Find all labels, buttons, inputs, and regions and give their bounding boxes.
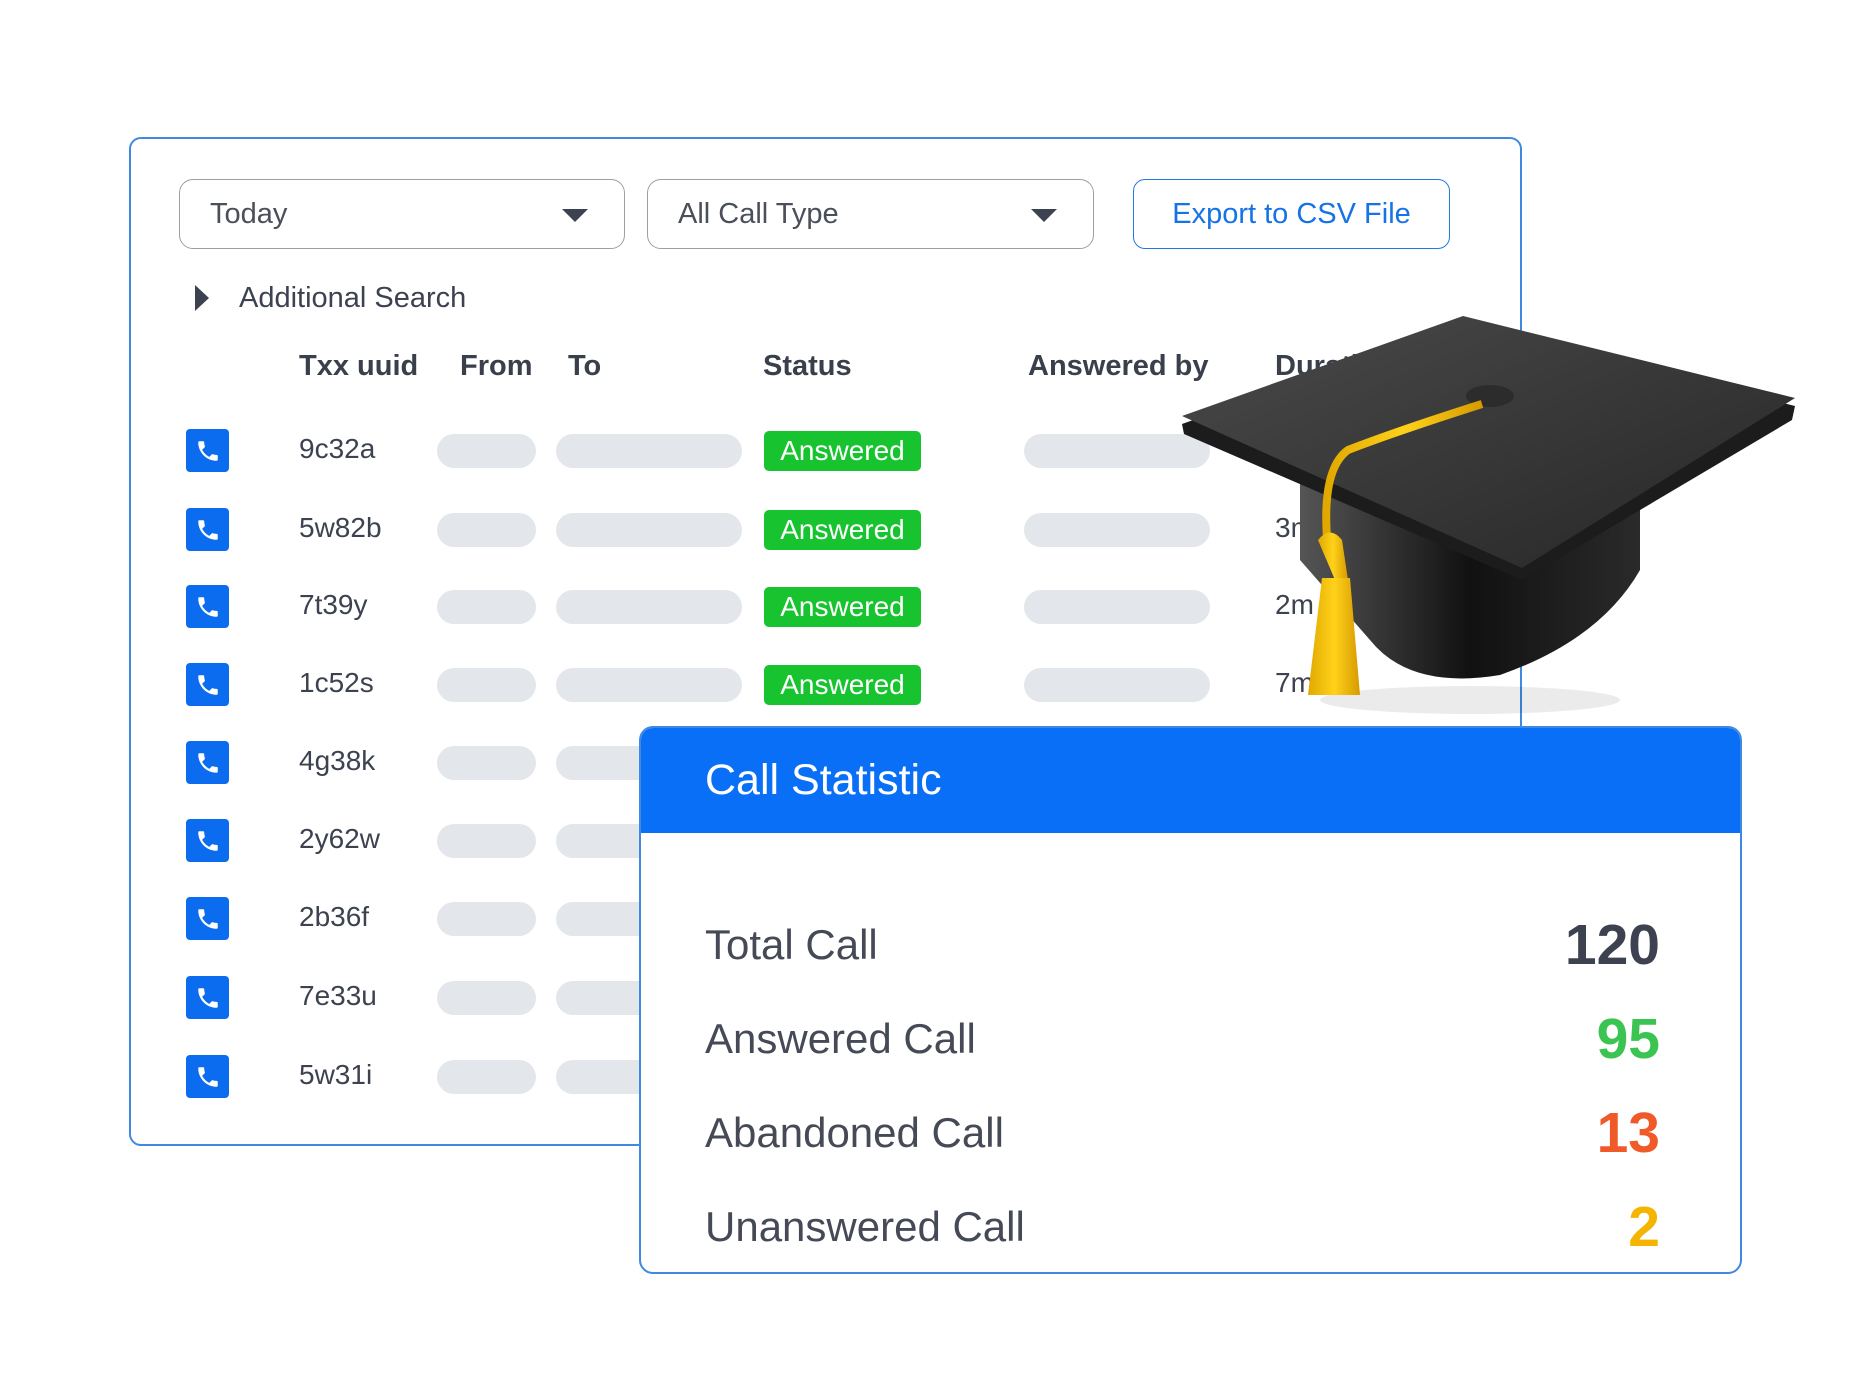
stat-label: Total Call [705, 921, 878, 968]
from-placeholder [437, 746, 536, 780]
phone-icon[interactable] [186, 819, 229, 862]
stat-label: Abandoned Call [705, 1109, 1004, 1156]
uuid-cell: 2y62w [299, 823, 380, 854]
stat-row: Total Call 120 [705, 910, 1660, 980]
stat-value: 120 [1564, 913, 1660, 977]
uuid-cell: 2b36f [299, 901, 370, 932]
phone-icon[interactable] [186, 1055, 229, 1098]
stat-row: Answered Call 95 [705, 1004, 1660, 1074]
to-placeholder [556, 668, 742, 702]
date-range-dropdown[interactable]: Today [179, 179, 625, 249]
uuid-cell: 5w82b [299, 512, 382, 543]
to-placeholder [556, 434, 742, 468]
stat-value: 2 [1628, 1195, 1660, 1259]
stat-value: 13 [1596, 1101, 1660, 1165]
status-badge: Answered [764, 665, 921, 705]
date-range-value: Today [210, 197, 288, 230]
additional-search-toggle[interactable]: Additional Search [239, 282, 466, 315]
expand-triangle-icon[interactable] [195, 285, 209, 311]
phone-icon[interactable] [186, 663, 229, 706]
caret-down-icon [1031, 209, 1057, 222]
uuid-cell: 1c52s [299, 667, 374, 698]
call-type-dropdown[interactable]: All Call Type [647, 179, 1094, 249]
call-type-value: All Call Type [678, 197, 839, 230]
from-placeholder [437, 668, 536, 702]
from-placeholder [437, 902, 536, 936]
status-badge: Answered [764, 431, 921, 471]
stat-value: 95 [1596, 1007, 1660, 1071]
header-to: To [568, 350, 602, 382]
from-placeholder [437, 434, 536, 468]
uuid-cell: 7t39y [299, 589, 368, 620]
from-placeholder [437, 824, 536, 858]
caret-down-icon [562, 209, 588, 222]
status-badge: Answered [764, 587, 921, 627]
graduation-cap-icon [1182, 316, 1795, 714]
status-badge: Answered [764, 510, 921, 550]
uuid-cell: 9c32a [299, 433, 376, 464]
uuid-cell: 7e33u [299, 980, 377, 1011]
header-status: Status [763, 350, 852, 382]
from-placeholder [437, 981, 536, 1015]
call-statistic-card: Call Statistic Total Call 120 Answered Cal… [639, 726, 1742, 1274]
stat-row: Unanswered Call 2 [705, 1192, 1660, 1262]
stat-label: Unanswered Call [705, 1203, 1025, 1250]
uuid-cell: 4g38k [299, 745, 376, 776]
stat-row: Abandoned Call 13 [705, 1098, 1660, 1168]
header-from: From [460, 350, 533, 382]
to-placeholder [556, 590, 742, 624]
phone-icon[interactable] [186, 897, 229, 940]
phone-icon[interactable] [186, 429, 229, 472]
stat-label: Answered Call [705, 1015, 976, 1062]
phone-icon[interactable] [186, 741, 229, 784]
export-csv-button[interactable]: Export to CSV File [1133, 179, 1450, 249]
uuid-cell: 5w31i [299, 1059, 373, 1090]
to-placeholder [556, 513, 742, 547]
phone-icon[interactable] [186, 508, 229, 551]
from-placeholder [437, 513, 536, 547]
phone-icon[interactable] [186, 976, 229, 1019]
call-statistic-title: Call Statistic [641, 728, 1740, 833]
from-placeholder [437, 1060, 536, 1094]
phone-icon[interactable] [186, 585, 229, 628]
from-placeholder [437, 590, 536, 624]
header-uuid: Txx uuid [299, 350, 419, 382]
